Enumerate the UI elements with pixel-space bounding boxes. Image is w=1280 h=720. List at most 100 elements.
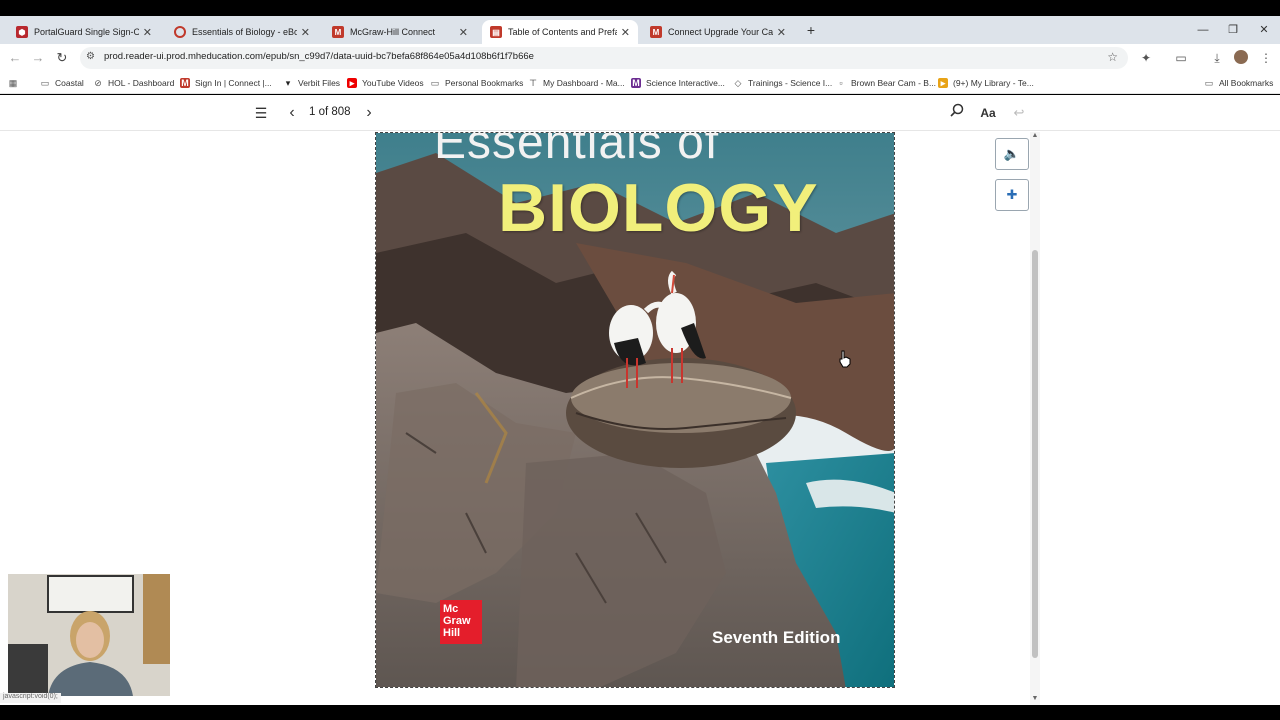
reader-toolbar: ☰ ‹ 1 of 808 › Aa ↩ — [0, 95, 1280, 131]
mcgraw-hill-icon: M — [650, 26, 662, 38]
bookmark-star-icon[interactable]: ☆ — [1107, 50, 1118, 64]
tab-portalguard[interactable]: ⬢ PortalGuard Single Sign-On ✕ — [8, 20, 160, 44]
bookmark-label: All Bookmarks — [1219, 78, 1274, 88]
close-icon[interactable]: ✕ — [459, 26, 468, 39]
tab-essentials-ebook[interactable]: Essentials of Biology - eBook ✕ — [166, 20, 318, 44]
bookmark-label: Coastal — [55, 78, 84, 88]
reload-icon[interactable]: ↻ — [52, 48, 72, 68]
scrollbar-thumb[interactable] — [1032, 250, 1038, 658]
portalguard-icon: ⬢ — [16, 26, 28, 38]
tab-table-of-contents[interactable]: ▤ Table of Contents and Preface ✕ — [482, 20, 638, 44]
bookmark-youtube-videos[interactable]: ▸ YouTube Videos — [347, 76, 424, 90]
bookmark-verbit-files[interactable]: ▾ Verbit Files — [283, 76, 340, 90]
scroll-up-icon[interactable]: ▲ — [1031, 132, 1039, 140]
tab-label: PortalGuard Single Sign-On — [34, 27, 139, 37]
close-window-button[interactable]: ✕ — [1249, 20, 1279, 40]
extensions-icon[interactable]: ✦ — [1136, 48, 1156, 68]
restore-button[interactable]: ❐ — [1218, 20, 1248, 40]
cast-icon[interactable]: ▭ — [1171, 48, 1191, 68]
bookmark-science-interactive[interactable]: M Science Interactive... — [631, 76, 725, 90]
sparkle-icon: ✚ — [1006, 187, 1018, 202]
app-window: ⬢ PortalGuard Single Sign-On ✕ Essential… — [0, 0, 1280, 720]
mcgraw-hill-icon: M — [332, 26, 344, 38]
minimize-button[interactable]: — — [1188, 20, 1218, 40]
bookmark-label: My Dashboard - Ma... — [543, 78, 625, 88]
table-of-contents-icon[interactable]: ☰ — [252, 103, 270, 123]
back-arrow-icon[interactable]: ← — [5, 48, 25, 68]
page-icon: ▫ — [839, 78, 843, 88]
bookmark-sign-in-connect[interactable]: M Sign In | Connect |... — [180, 76, 272, 90]
bookmark-label: YouTube Videos — [362, 78, 424, 88]
book-cover: Essentials of BIOLOGY Mc Graw Hill Seven… — [375, 132, 895, 688]
cover-title-line-2: BIOLOGY — [498, 170, 819, 246]
download-icon[interactable]: ⤓ — [1207, 48, 1227, 68]
bookmark-label: Personal Bookmarks — [445, 78, 524, 88]
logo-line: Hill — [443, 627, 461, 639]
bookmark-label: Brown Bear Cam - B... — [851, 78, 937, 88]
all-bookmarks-button[interactable]: ▭ All Bookmarks — [1204, 76, 1274, 90]
forward-arrow-icon[interactable]: → — [28, 48, 48, 68]
bookmark-my-dashboard[interactable]: ⊤ My Dashboard - Ma... — [528, 76, 625, 90]
bookmarks-bar: ▦ ▭ Coastal ⊘ HOL - Dashboard M Sign In | C… — [0, 72, 1280, 94]
return-arrow-icon[interactable]: ↩ — [1010, 103, 1028, 123]
ebook-icon — [174, 26, 186, 38]
verbit-icon: ▾ — [285, 78, 291, 88]
bookmark-label: HOL - Dashboard — [108, 78, 175, 88]
bookmark-hol-dashboard[interactable]: ⊘ HOL - Dashboard — [93, 76, 174, 90]
apps-grid-icon[interactable]: ▦ — [8, 76, 23, 90]
page-indicator: 1 of 808 — [309, 106, 351, 118]
bookmark-trainings[interactable]: ◇ Trainings - Science I... — [733, 76, 833, 90]
close-icon[interactable]: ✕ — [301, 26, 310, 39]
bookmark-coastal[interactable]: ▭ Coastal — [40, 76, 84, 90]
cover-title-line-1: Essentials of — [434, 132, 720, 169]
site-info-icon[interactable]: ⚙ — [86, 51, 98, 65]
bookmark-label: Sign In | Connect |... — [195, 78, 272, 88]
ebook-reader: ☰ ‹ 1 of 808 › Aa ↩ Essentials of BIOLOG… — [0, 95, 1280, 705]
bookmark-brown-bear-cam[interactable]: ▫ Brown Bear Cam - B... — [836, 76, 936, 90]
bookmark-label: Science Interactive... — [646, 78, 725, 88]
mcgraw-hill-icon: M — [180, 78, 190, 88]
tab-label: Table of Contents and Preface — [508, 27, 617, 37]
grid-icon: ▦ — [8, 78, 18, 88]
youtube-icon: ▸ — [347, 78, 357, 88]
close-icon[interactable]: ✕ — [621, 26, 630, 39]
reader-icon: ▤ — [490, 26, 502, 38]
folder-icon: ▭ — [40, 78, 50, 88]
font-settings-button[interactable]: Aa — [978, 103, 998, 123]
tab-mcgraw-hill-connect[interactable]: M McGraw-Hill Connect ✕ — [324, 20, 476, 44]
folder-icon: ▭ — [430, 78, 440, 88]
speaker-icon: 🔈 — [1003, 146, 1021, 161]
avatar[interactable] — [1234, 50, 1248, 64]
webcam-overlay — [8, 574, 170, 696]
read-aloud-button[interactable]: 🔈 — [995, 138, 1029, 170]
close-icon[interactable]: ✕ — [777, 26, 786, 39]
tab-label: Connect Upgrade Your Canvas — [668, 27, 773, 37]
tab-label: McGraw-Hill Connect — [350, 27, 436, 37]
presenter-video — [8, 574, 170, 696]
previous-page-icon[interactable]: ‹ — [284, 103, 300, 123]
close-icon[interactable]: ✕ — [143, 26, 152, 39]
search-icon[interactable] — [948, 103, 966, 123]
logo-line: Mc — [443, 603, 459, 615]
folder-icon: ▭ — [1204, 78, 1214, 88]
dashboard-icon: ⊤ — [529, 78, 537, 88]
mcgraw-hill-logo: Mc Graw Hill — [440, 600, 482, 644]
reader-content: Essentials of BIOLOGY Mc Graw Hill Seven… — [0, 132, 1280, 705]
hol-icon: ⊘ — [94, 78, 102, 88]
edition-label: Seventh Edition — [712, 628, 841, 647]
logo-line: Graw — [443, 615, 471, 627]
bookmark-my-library[interactable]: ▸ (9+) My Library - Te... — [938, 76, 1034, 90]
menu-kebab-icon[interactable]: ⋮ — [1256, 48, 1276, 68]
status-bar: javascript:void(0); — [0, 693, 61, 703]
ai-assistant-button[interactable]: ✚ — [995, 179, 1029, 211]
next-page-icon[interactable]: › — [361, 103, 377, 123]
new-tab-button[interactable]: + — [803, 20, 819, 40]
url-text[interactable]: prod.reader-ui.prod.mheducation.com/epub… — [104, 51, 534, 62]
bookmark-personal-bookmarks[interactable]: ▭ Personal Bookmarks — [430, 76, 524, 90]
trainings-icon: ◇ — [734, 78, 742, 88]
tab-connect-upgrade[interactable]: M Connect Upgrade Your Canvas ✕ — [642, 20, 794, 44]
library-icon: ▸ — [938, 78, 948, 88]
hand-cursor-icon — [839, 350, 851, 368]
scroll-down-icon[interactable]: ▼ — [1031, 695, 1039, 703]
address-bar[interactable]: ⚙ prod.reader-ui.prod.mheducation.com/ep… — [80, 47, 1128, 69]
